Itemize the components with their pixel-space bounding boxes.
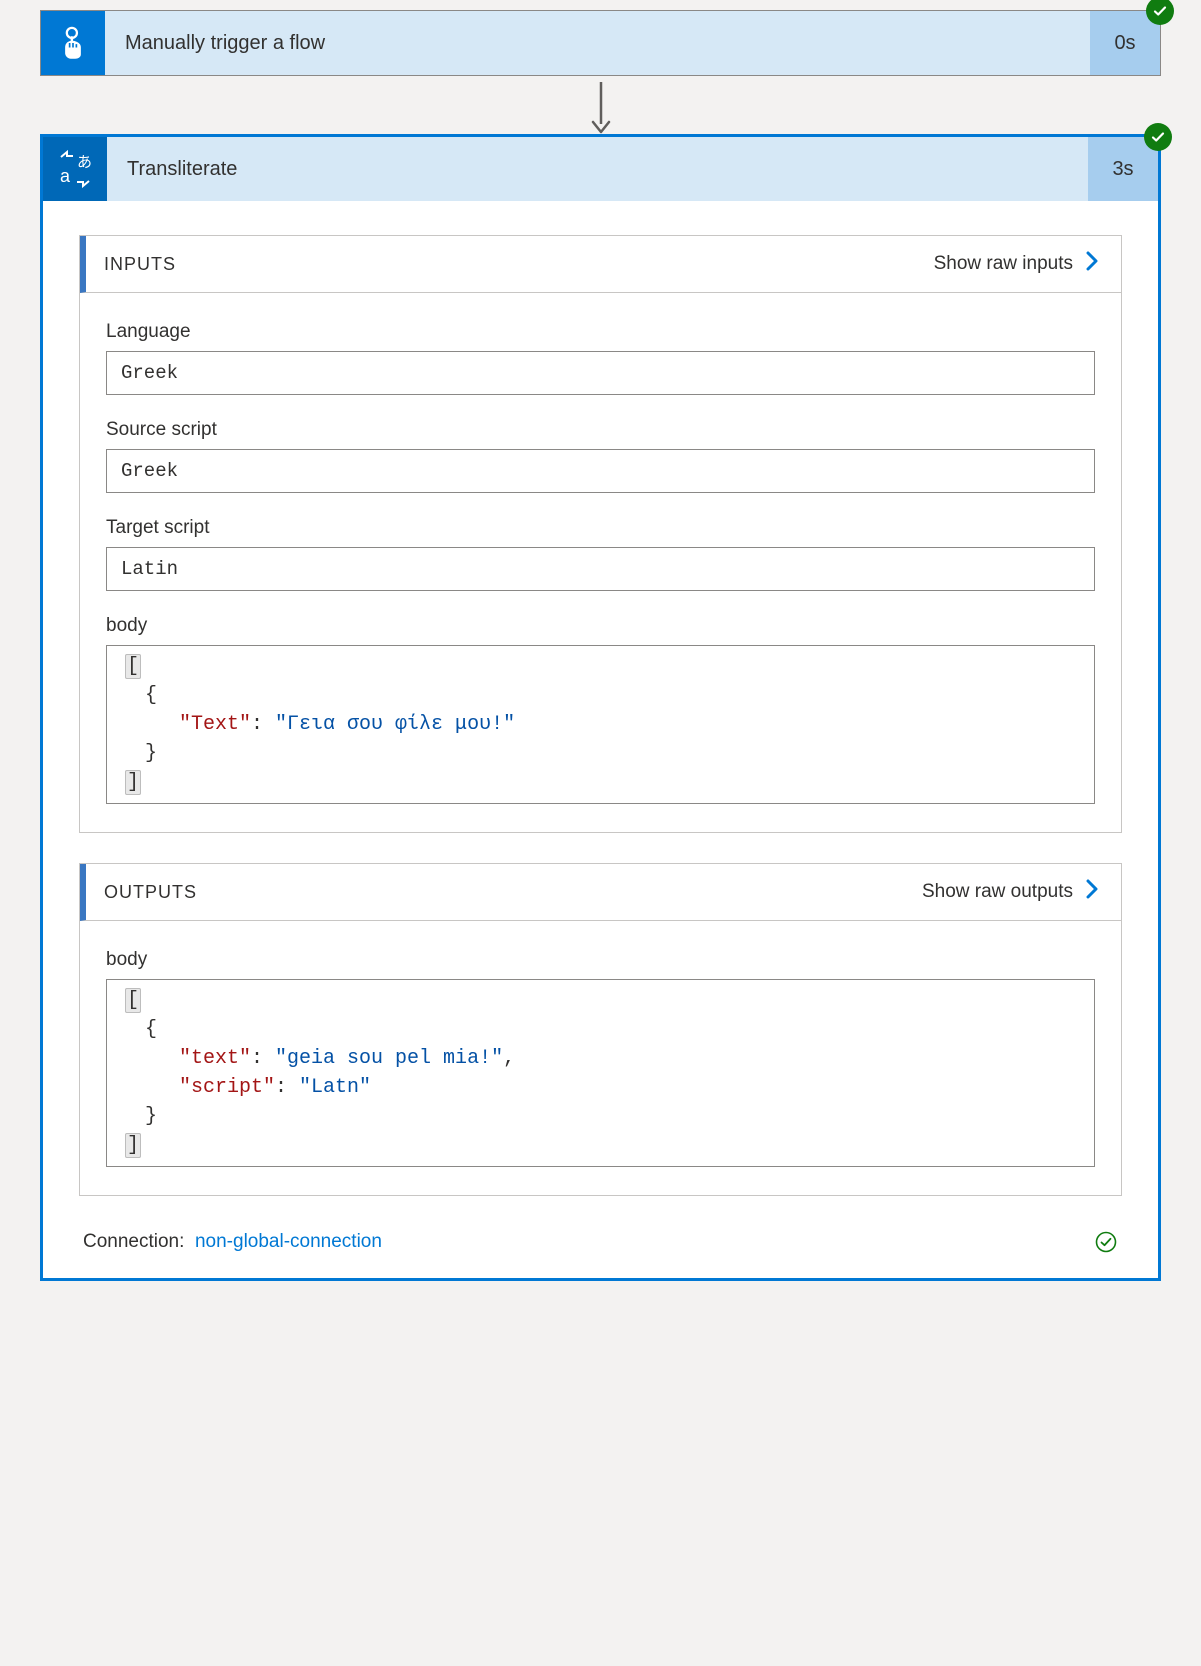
- action-title: Transliterate: [107, 137, 1088, 201]
- inputs-title: INPUTS: [104, 254, 176, 275]
- field-source-script: Source script Greek: [106, 419, 1095, 493]
- show-raw-outputs-button[interactable]: Show raw outputs: [922, 878, 1099, 906]
- field-value[interactable]: Greek: [106, 351, 1095, 395]
- action-card: あ a Transliterate 3s INPUTS Show raw inp…: [40, 134, 1161, 1281]
- field-value[interactable]: Greek: [106, 449, 1095, 493]
- field-value[interactable]: Latin: [106, 547, 1095, 591]
- outputs-section: OUTPUTS Show raw outputs body [{"text": …: [79, 863, 1122, 1196]
- trigger-title: Manually trigger a flow: [105, 11, 1090, 75]
- chevron-right-icon: [1085, 878, 1099, 906]
- trigger-card[interactable]: Manually trigger a flow 0s: [40, 10, 1161, 76]
- show-raw-outputs-label: Show raw outputs: [922, 881, 1073, 903]
- show-raw-inputs-button[interactable]: Show raw inputs: [934, 250, 1099, 278]
- manual-trigger-icon: [41, 11, 105, 75]
- chevron-right-icon: [1085, 250, 1099, 278]
- svg-text:あ: あ: [77, 154, 92, 171]
- field-label: Language: [106, 321, 1095, 343]
- action-header[interactable]: あ a Transliterate 3s: [43, 137, 1158, 201]
- flow-arrow-icon: [40, 76, 1161, 134]
- field-label: body: [106, 615, 1095, 637]
- output-body-json[interactable]: [{"text": "geia sou pel mia!","script": …: [106, 979, 1095, 1167]
- field-output-body: body [{"text": "geia sou pel mia!","scri…: [106, 949, 1095, 1167]
- input-body-json[interactable]: [{"Text": "Γεια σου φίλε μου!"}]: [106, 645, 1095, 804]
- field-label: body: [106, 949, 1095, 971]
- outputs-title: OUTPUTS: [104, 882, 197, 903]
- field-input-body: body [{"Text": "Γεια σου φίλε μου!"}]: [106, 615, 1095, 804]
- transliterate-icon: あ a: [43, 137, 107, 201]
- connection-label: Connection:: [83, 1231, 184, 1252]
- field-language: Language Greek: [106, 321, 1095, 395]
- field-label: Source script: [106, 419, 1095, 441]
- inputs-section: INPUTS Show raw inputs Language Greek: [79, 235, 1122, 833]
- success-badge-icon: [1146, 0, 1174, 25]
- connection-link[interactable]: non-global-connection: [195, 1231, 382, 1252]
- svg-text:a: a: [60, 166, 71, 186]
- show-raw-inputs-label: Show raw inputs: [934, 253, 1073, 275]
- field-target-script: Target script Latin: [106, 517, 1095, 591]
- connection-row: Connection: non-global-connection: [79, 1226, 1122, 1254]
- connection-ok-icon: [1094, 1230, 1118, 1254]
- field-label: Target script: [106, 517, 1095, 539]
- success-badge-icon: [1144, 123, 1172, 151]
